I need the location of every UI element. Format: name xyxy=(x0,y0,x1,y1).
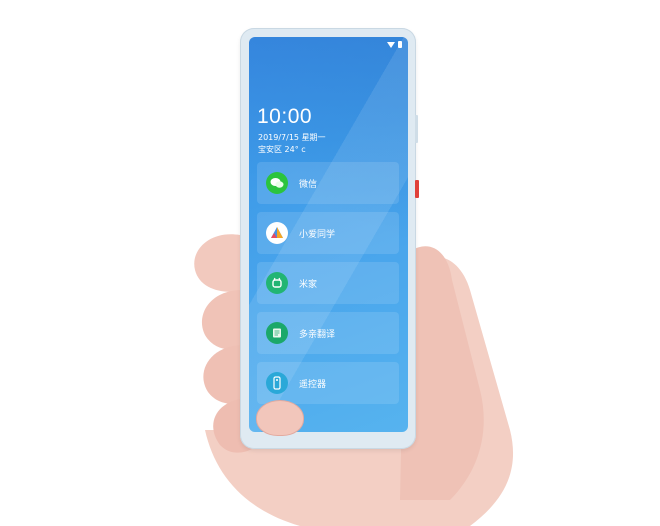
wifi-icon xyxy=(387,41,395,48)
weather-text: 宝安区 24° c xyxy=(258,145,306,154)
clock-date: 2019/7/15 星期一 xyxy=(258,133,326,142)
app-card-wechat[interactable]: 微信 xyxy=(257,162,399,204)
clock-time: 10:00 xyxy=(257,105,313,128)
volume-button xyxy=(415,115,418,143)
mijia-icon xyxy=(266,272,288,294)
app-label: 微信 xyxy=(299,179,318,190)
app-card-xiaoai[interactable]: 小爱同学 xyxy=(257,212,399,254)
app-card-translate[interactable]: 多亲翻译 xyxy=(257,312,399,354)
translate-icon xyxy=(266,322,288,344)
app-label: 小爱同学 xyxy=(299,229,336,240)
app-label: 多亲翻译 xyxy=(299,329,336,340)
thumb-tip xyxy=(256,400,304,436)
phone-screen: 10:00 2019/7/15 星期一 宝安区 24° c 微信 小爱同学 米家… xyxy=(249,37,408,432)
remote-icon xyxy=(266,372,288,394)
battery-icon xyxy=(398,41,402,48)
xiaoai-icon xyxy=(266,222,288,244)
app-label: 遥控器 xyxy=(299,379,327,390)
power-button xyxy=(415,180,419,198)
wechat-icon xyxy=(266,172,288,194)
finger-1 xyxy=(194,234,245,292)
status-bar xyxy=(387,41,402,48)
app-label: 米家 xyxy=(299,279,318,290)
app-card-mijia[interactable]: 米家 xyxy=(257,262,399,304)
app-card-remote[interactable]: 遥控器 xyxy=(257,362,399,404)
